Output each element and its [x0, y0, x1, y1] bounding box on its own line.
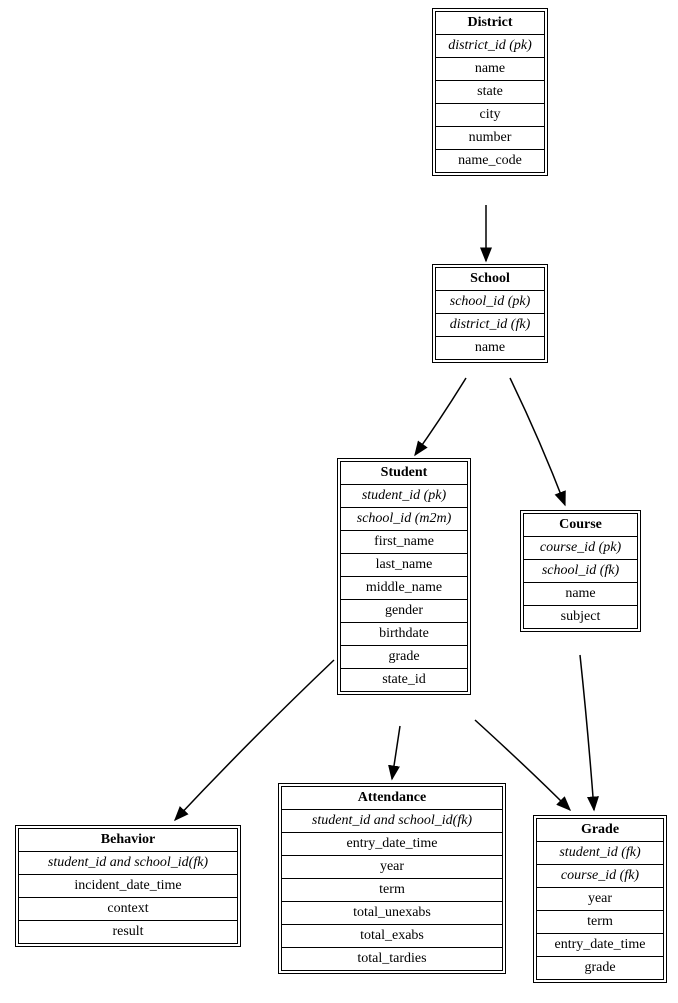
- entity-behavior: Behavior student_id and school_id(fk) in…: [15, 825, 241, 947]
- entity-student-title: Student: [341, 462, 467, 485]
- field: grade: [537, 957, 663, 979]
- field: result: [19, 921, 237, 943]
- field: course_id (fk): [537, 865, 663, 888]
- entity-attendance: Attendance student_id and school_id(fk) …: [278, 783, 506, 974]
- field: student_id and school_id(fk): [19, 852, 237, 875]
- entity-course: Course course_id (pk) school_id (fk) nam…: [520, 510, 641, 632]
- field: term: [537, 911, 663, 934]
- field: grade: [341, 646, 467, 669]
- entity-school: School school_id (pk) district_id (fk) n…: [432, 264, 548, 363]
- field: first_name: [341, 531, 467, 554]
- edge-student-attendance: [392, 726, 400, 779]
- field: incident_date_time: [19, 875, 237, 898]
- entity-grade: Grade student_id (fk) course_id (fk) yea…: [533, 815, 667, 983]
- entity-school-title: School: [436, 268, 544, 291]
- field: entry_date_time: [282, 833, 502, 856]
- entity-district-title: District: [436, 12, 544, 35]
- field: student_id and school_id(fk): [282, 810, 502, 833]
- edge-course-grade: [580, 655, 594, 810]
- field: state_id: [341, 669, 467, 691]
- field: district_id (pk): [436, 35, 544, 58]
- entity-grade-title: Grade: [537, 819, 663, 842]
- entity-behavior-title: Behavior: [19, 829, 237, 852]
- field: school_id (pk): [436, 291, 544, 314]
- field: state: [436, 81, 544, 104]
- field: entry_date_time: [537, 934, 663, 957]
- field: total_exabs: [282, 925, 502, 948]
- field: school_id (fk): [524, 560, 637, 583]
- edge-school-student: [415, 378, 466, 455]
- field: course_id (pk): [524, 537, 637, 560]
- er-diagram-canvas: District district_id (pk) name state cit…: [0, 0, 678, 1003]
- field: gender: [341, 600, 467, 623]
- field: name: [436, 58, 544, 81]
- edge-school-course: [510, 378, 565, 505]
- field: total_tardies: [282, 948, 502, 970]
- field: middle_name: [341, 577, 467, 600]
- field: name_code: [436, 150, 544, 172]
- field: term: [282, 879, 502, 902]
- entity-district: District district_id (pk) name state cit…: [432, 8, 548, 176]
- field: number: [436, 127, 544, 150]
- field: subject: [524, 606, 637, 628]
- field: last_name: [341, 554, 467, 577]
- field: school_id (m2m): [341, 508, 467, 531]
- entity-course-title: Course: [524, 514, 637, 537]
- field: year: [282, 856, 502, 879]
- field: year: [537, 888, 663, 911]
- field: context: [19, 898, 237, 921]
- field: student_id (pk): [341, 485, 467, 508]
- field: student_id (fk): [537, 842, 663, 865]
- field: total_unexabs: [282, 902, 502, 925]
- field: city: [436, 104, 544, 127]
- entity-attendance-title: Attendance: [282, 787, 502, 810]
- field: district_id (fk): [436, 314, 544, 337]
- field: name: [436, 337, 544, 359]
- field: name: [524, 583, 637, 606]
- entity-student: Student student_id (pk) school_id (m2m) …: [337, 458, 471, 695]
- field: birthdate: [341, 623, 467, 646]
